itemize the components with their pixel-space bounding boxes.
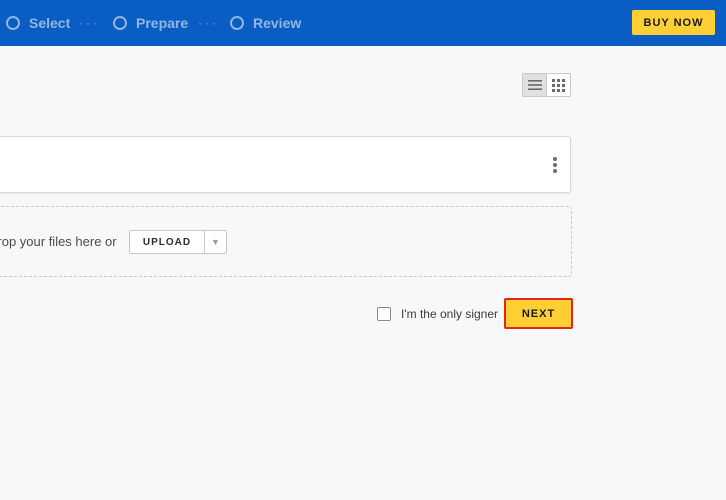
- list-view-icon: [527, 80, 542, 90]
- drop-files-text: Drop your files here or: [0, 234, 117, 249]
- view-toggle: [522, 73, 571, 97]
- buy-now-button[interactable]: BUY NOW: [632, 10, 715, 35]
- upload-split-button: UPLOAD ▼: [129, 230, 227, 254]
- step-separator: ···: [198, 16, 219, 30]
- step-prepare[interactable]: Prepare: [113, 14, 188, 32]
- step-circle-icon: [230, 16, 244, 30]
- only-signer-label: I'm the only signer: [401, 307, 499, 321]
- upload-button[interactable]: UPLOAD: [130, 231, 205, 253]
- step-separator: ···: [79, 16, 100, 30]
- step-review[interactable]: Review: [230, 14, 301, 32]
- upload-dropdown-toggle[interactable]: ▼: [205, 231, 226, 253]
- step-select[interactable]: Select: [6, 14, 70, 32]
- grid-view-button[interactable]: [547, 74, 570, 96]
- top-navigation-bar: Select ··· Prepare ··· Review BUY NOW: [0, 0, 726, 46]
- caret-down-icon: ▼: [211, 237, 220, 247]
- step-label: Review: [253, 15, 302, 31]
- more-options-icon[interactable]: [552, 157, 558, 173]
- grid-view-icon: [552, 78, 565, 92]
- step-circle-icon: [113, 16, 127, 30]
- next-button[interactable]: NEXT: [504, 298, 573, 329]
- document-list-row[interactable]: [0, 136, 571, 193]
- list-view-button[interactable]: [523, 74, 547, 96]
- only-signer-checkbox[interactable]: [377, 307, 391, 321]
- step-label: Prepare: [136, 15, 189, 31]
- step-circle-icon: [6, 16, 20, 30]
- step-label: Select: [29, 15, 71, 31]
